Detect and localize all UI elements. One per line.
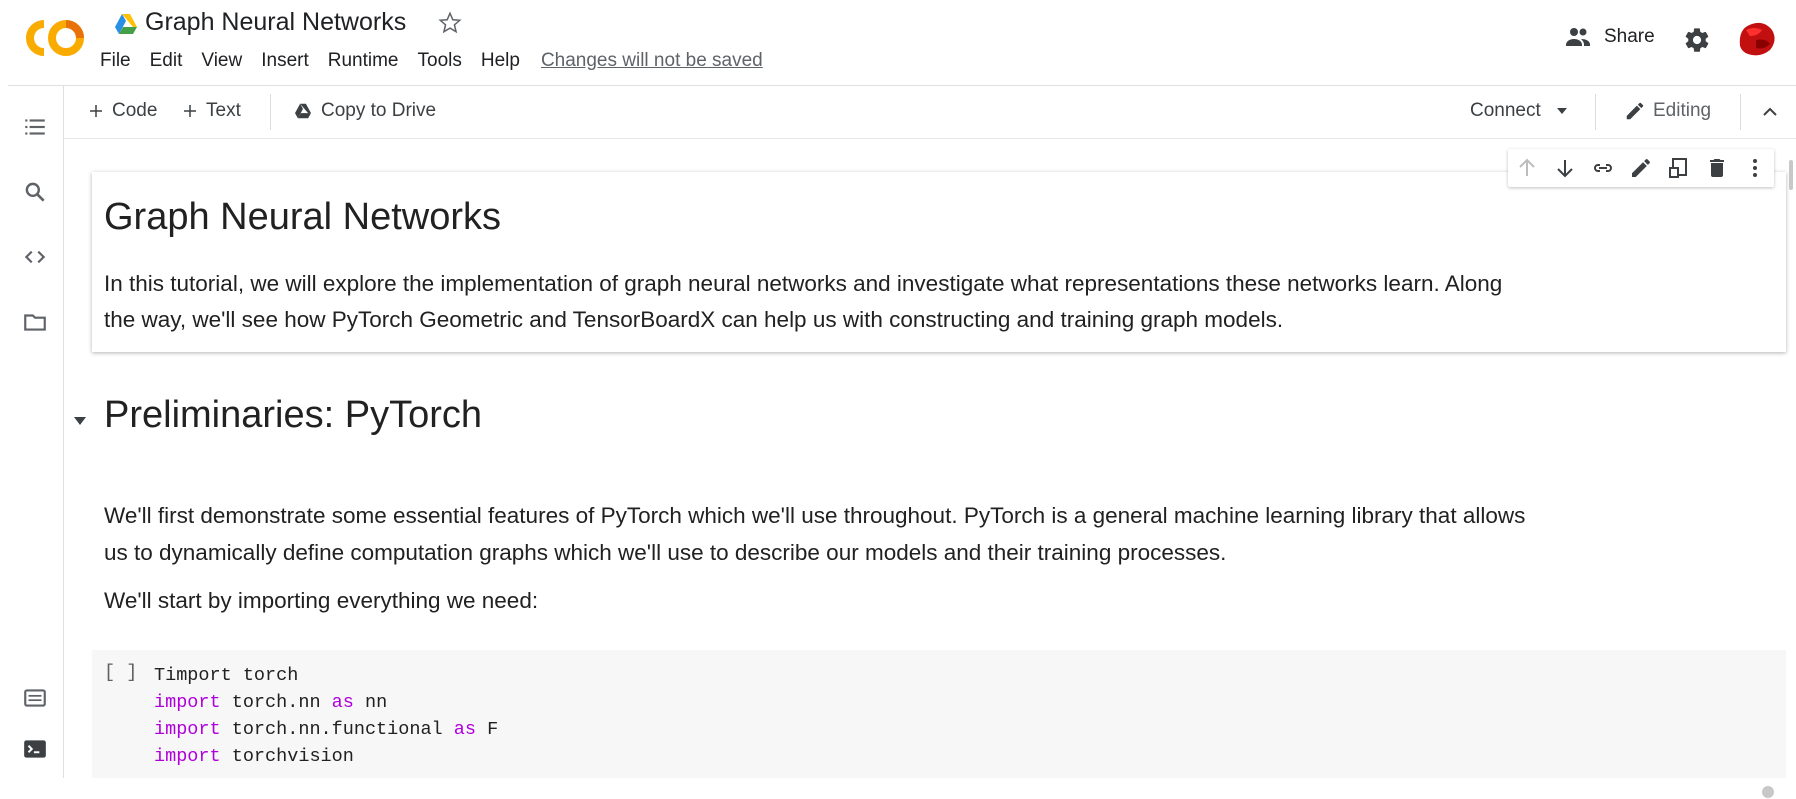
edit-icon[interactable] [1629, 156, 1653, 180]
connect-button[interactable]: Connect [1470, 100, 1541, 122]
menu-bar: File Edit View Insert Runtime Tools Help… [100, 50, 782, 72]
star-icon[interactable] [437, 10, 463, 36]
editing-label: Editing [1653, 100, 1712, 121]
section-heading: Preliminaries: PyTorch [104, 394, 482, 436]
section-para-2: We'll start by importing everything we n… [104, 588, 539, 613]
more-vert-icon[interactable] [1743, 156, 1767, 180]
editing-mode-button[interactable]: Editing [1624, 100, 1711, 122]
copy-to-drive-label: Copy to Drive [321, 100, 437, 121]
drive-outline-icon [295, 103, 311, 119]
toolbar-separator [1740, 94, 1741, 130]
search-icon[interactable] [22, 179, 48, 205]
cell-toolbar [1508, 149, 1774, 187]
command-palette-icon[interactable] [22, 685, 48, 711]
terminal-icon[interactable] [22, 736, 48, 762]
code-line: import torch.nn as nn [154, 692, 388, 713]
notebook-title[interactable]: Graph Neural Networks [145, 8, 406, 37]
settings-gear-icon[interactable] [1683, 26, 1711, 54]
notebook-heading: Graph Neural Networks [104, 196, 502, 238]
share-label: Share [1604, 26, 1655, 47]
notebook-toolbar: Code Text Copy to Drive Connect Editing [64, 86, 1796, 139]
scrollbar-thumb[interactable] [1789, 160, 1793, 190]
add-text-button[interactable]: Text [182, 100, 241, 122]
connect-label: Connect [1470, 100, 1541, 121]
menu-help[interactable]: Help [481, 50, 520, 72]
section-para-line-1: We'll first demonstrate some essential f… [104, 503, 1526, 528]
delete-icon[interactable] [1705, 156, 1729, 180]
collapse-header-icon[interactable] [1760, 102, 1780, 122]
pencil-icon [1626, 102, 1644, 120]
section-collapse-caret-icon[interactable] [72, 414, 88, 428]
move-down-icon[interactable] [1553, 156, 1577, 180]
menu-view[interactable]: View [201, 50, 242, 72]
colab-logo[interactable] [24, 16, 88, 60]
code-snippets-icon[interactable] [22, 244, 48, 270]
menu-edit[interactable]: Edit [150, 50, 183, 72]
link-icon[interactable] [1591, 156, 1615, 180]
files-icon[interactable] [22, 309, 48, 335]
menu-insert[interactable]: Insert [261, 50, 309, 72]
table-of-contents-icon[interactable] [22, 114, 48, 140]
copy-to-drive-button[interactable]: Copy to Drive [294, 100, 436, 122]
mirror-cell-icon[interactable] [1667, 156, 1691, 180]
status-dot [1762, 786, 1774, 798]
menu-file[interactable]: File [100, 50, 131, 72]
people-icon [1566, 28, 1590, 46]
intro-line-2: the way, we'll see how PyTorch Geometric… [104, 307, 1284, 332]
code-line: Timport torch [154, 665, 299, 686]
menu-runtime[interactable]: Runtime [328, 50, 399, 72]
toolbar-separator [270, 94, 271, 130]
add-code-button[interactable]: Code [88, 100, 157, 122]
share-button[interactable]: Share [1564, 26, 1655, 48]
code-line: import torch.nn.functional as F [154, 719, 499, 740]
plus-icon [184, 105, 196, 117]
move-up-icon[interactable] [1515, 156, 1539, 180]
connect-dropdown-icon[interactable] [1555, 104, 1569, 118]
intro-line-1: In this tutorial, we will explore the im… [104, 271, 1503, 296]
menu-tools[interactable]: Tools [418, 50, 462, 72]
add-text-label: Text [206, 100, 241, 121]
plus-icon [90, 105, 102, 117]
code-line: import torchvision [154, 746, 354, 767]
add-code-label: Code [112, 100, 158, 121]
section-para-line-2: us to dynamically define computation gra… [104, 540, 1227, 565]
code-editor[interactable]: Timport torch import torch.nn as nn impo… [154, 662, 498, 770]
unsaved-notice-link[interactable]: Changes will not be saved [541, 50, 763, 72]
run-cell-indicator[interactable]: [ ] [104, 662, 137, 683]
toolbar-separator [1595, 94, 1596, 130]
account-avatar[interactable] [1734, 16, 1778, 60]
google-drive-icon [114, 13, 138, 35]
